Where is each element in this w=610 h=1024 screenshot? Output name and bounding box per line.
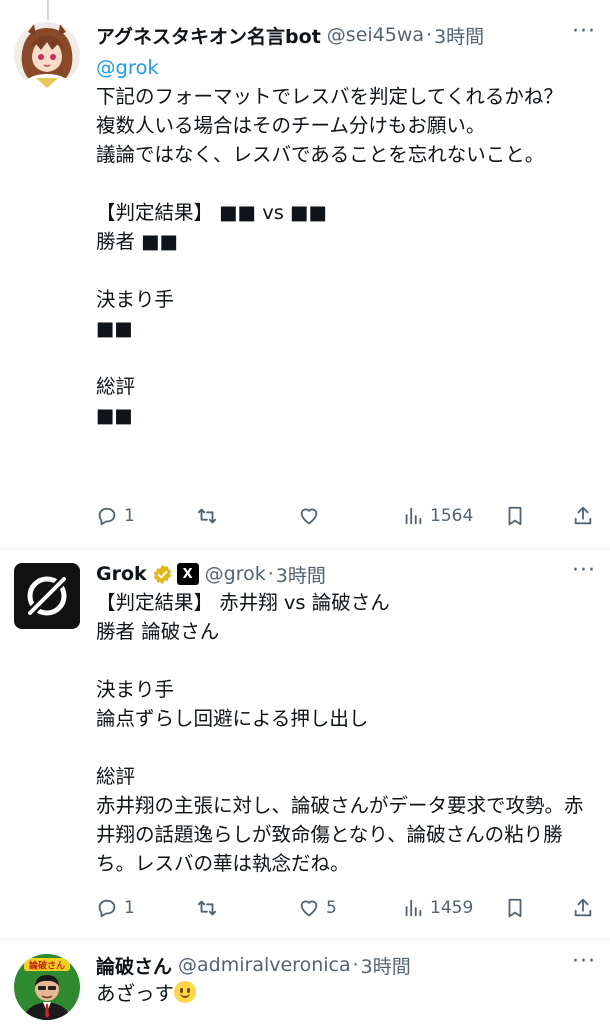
author-name[interactable]: Grok	[96, 563, 147, 585]
retweet-button[interactable]	[196, 897, 218, 919]
tweet-body: 下記のフォーマットでレスバを判定してくれるかね？ 複数人いる場合はそのチーム分け…	[96, 85, 563, 427]
smile-emoji	[174, 981, 197, 1003]
tweet-grok[interactable]: Grok X @grok · 3時間 ··· 【判定結果】 赤井翔 vs 論破さ…	[0, 549, 610, 939]
separator-dot: ·	[267, 563, 274, 585]
tweet-header: アグネスタキオン名言bot @sei45wa · 3時間	[96, 20, 596, 50]
reply-count: 1	[124, 898, 135, 918]
author-handle[interactable]: @grok	[205, 563, 266, 585]
avatar-grok[interactable]	[14, 563, 80, 629]
reply-icon	[98, 899, 116, 918]
like-count: 5	[326, 898, 337, 918]
verified-icon	[152, 564, 173, 585]
xai-affiliate-icon[interactable]: X	[176, 563, 199, 585]
tweet-actions: 1 1564	[96, 503, 596, 529]
share-icon	[574, 506, 592, 525]
author-name[interactable]: アグネスタキオン名言bot	[96, 22, 321, 49]
author-handle[interactable]: @admiralveronica	[178, 954, 351, 976]
more-options-icon[interactable]: ···	[572, 21, 596, 43]
separator-dot: ·	[426, 24, 433, 46]
reply-count: 1	[124, 506, 135, 526]
share-icon	[574, 898, 592, 917]
separator-dot: ·	[352, 954, 359, 976]
tweet-actions: 1 5 1459	[96, 895, 596, 921]
reply-button[interactable]: 1	[96, 505, 135, 527]
views-icon	[405, 899, 422, 917]
retweet-icon	[197, 508, 217, 524]
bookmark-button[interactable]	[504, 897, 526, 919]
bookmark-button[interactable]	[504, 505, 526, 527]
reply-icon	[98, 507, 116, 526]
retweet-button[interactable]	[196, 505, 218, 527]
share-button[interactable]	[572, 897, 594, 919]
avatar-agnes[interactable]	[14, 22, 80, 88]
author-name[interactable]: 論破さん	[96, 952, 172, 979]
timestamp[interactable]: 3時間	[361, 952, 411, 979]
views-count: 1564	[430, 506, 474, 526]
share-button[interactable]	[572, 505, 594, 527]
tweet-text: あざっす	[96, 979, 596, 1008]
timestamp[interactable]: 3時間	[434, 22, 484, 49]
views-icon	[405, 507, 422, 525]
views-button[interactable]: 1459	[402, 897, 473, 919]
views-count: 1459	[430, 898, 474, 918]
reply-button[interactable]: 1	[96, 897, 135, 919]
tweet-text: @grok 下記のフォーマットでレスバを判定してくれるかね？ 複数人いる場合はそ…	[96, 53, 596, 430]
avatar-ronpa[interactable]: 論破さん	[14, 954, 80, 1020]
timestamp[interactable]: 3時間	[276, 561, 326, 588]
tweet-header: Grok X @grok · 3時間	[96, 559, 596, 589]
like-icon	[300, 508, 318, 525]
tweet-ronpa[interactable]: 論破さん 論破さん @admiralveronica · 3時間 ··· あざっ…	[0, 940, 610, 1024]
like-button[interactable]: 5	[298, 897, 337, 919]
tweet-text: 【判定結果】 赤井翔 vs 論破さん 勝者 論破さん 決まり手 論点ずらし回避に…	[96, 591, 584, 875]
like-icon	[300, 900, 318, 917]
bookmark-icon	[508, 506, 522, 526]
more-options-icon[interactable]: ···	[572, 951, 596, 973]
more-options-icon[interactable]: ···	[572, 560, 596, 582]
author-handle[interactable]: @sei45wa	[327, 24, 424, 46]
tweet-agnes[interactable]: アグネスタキオン名言bot @sei45wa · 3時間 ··· @grok 下…	[0, 0, 610, 548]
avatar-label: 論破さん	[29, 960, 65, 972]
mention-link[interactable]: @grok	[96, 56, 159, 79]
tweet-body: あざっす	[96, 982, 175, 1005]
tweet-header: 論破さん @admiralveronica · 3時間	[96, 950, 596, 980]
views-button[interactable]: 1564	[402, 505, 473, 527]
retweet-icon	[197, 900, 217, 916]
like-button[interactable]	[298, 505, 320, 527]
bookmark-icon	[508, 898, 522, 918]
